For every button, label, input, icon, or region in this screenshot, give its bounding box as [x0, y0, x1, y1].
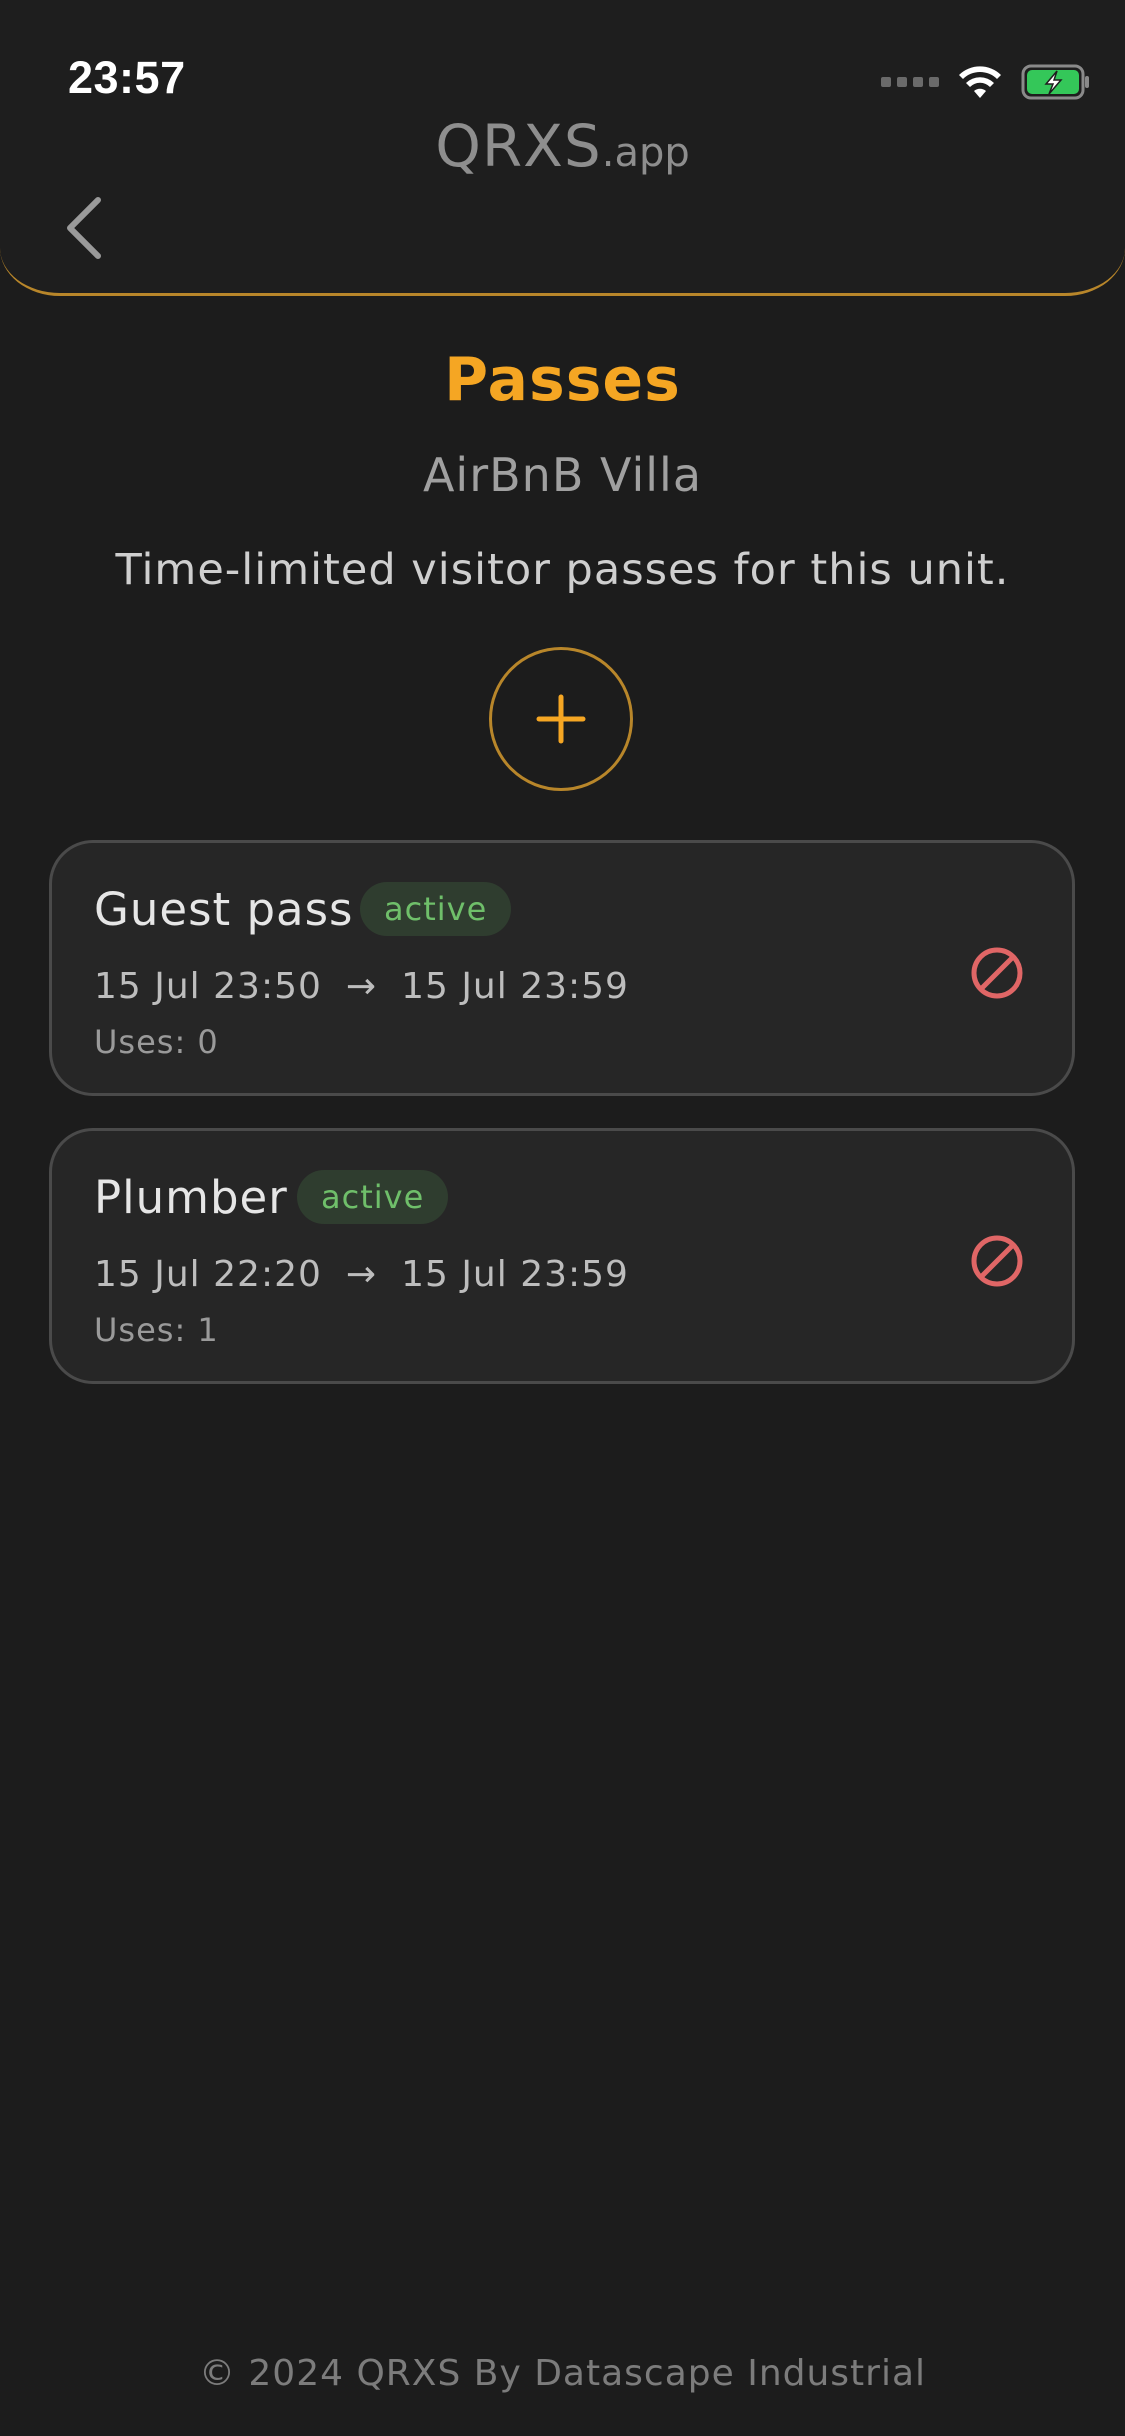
- status-badge: active: [360, 882, 512, 936]
- plus-icon: [536, 694, 586, 744]
- cellular-signal-icon: [881, 77, 939, 87]
- revoke-pass-button[interactable]: [967, 1231, 1027, 1291]
- arrow-right-icon: →: [345, 1254, 378, 1295]
- revoke-icon: [971, 1235, 1023, 1287]
- pass-validity: 15 Jul 22:20 → 15 Jul 23:59: [94, 1254, 629, 1295]
- arrow-right-icon: →: [345, 966, 378, 1007]
- app-logo: QRXS.app: [0, 112, 1125, 180]
- add-pass-button[interactable]: [489, 647, 633, 791]
- pass-card[interactable]: Plumber active 15 Jul 22:20 → 15 Jul 23:…: [49, 1128, 1075, 1384]
- pass-end: 15 Jul 23:59: [401, 966, 629, 1007]
- pass-start: 15 Jul 22:20: [94, 1254, 322, 1295]
- pass-card[interactable]: Guest pass active 15 Jul 23:50 → 15 Jul …: [49, 840, 1075, 1096]
- footer-copyright: © 2024 QRXS By Datascape Industrial: [198, 2353, 927, 2394]
- brand-suffix: .app: [601, 130, 690, 176]
- page-title: Passes: [444, 345, 681, 415]
- pass-uses: Uses: 1: [94, 1311, 219, 1349]
- back-button[interactable]: [56, 190, 112, 266]
- wifi-icon: [959, 66, 1001, 98]
- chevron-left-icon: [67, 197, 101, 259]
- status-time: 23:57: [68, 52, 186, 103]
- pass-validity: 15 Jul 23:50 → 15 Jul 23:59: [94, 966, 629, 1007]
- page-description: Time-limited visitor passes for this uni…: [115, 545, 1010, 595]
- passes-screen: 23:57 QRXS.app Passes AirBnB Villa Time-…: [0, 0, 1125, 2436]
- status-badge: active: [297, 1170, 449, 1224]
- app-header: 23:57 QRXS.app: [0, 0, 1125, 296]
- pass-end: 15 Jul 23:59: [401, 1254, 629, 1295]
- pass-uses: Uses: 0: [94, 1023, 219, 1061]
- pass-name: Plumber: [94, 1171, 288, 1224]
- unit-name: AirBnB Villa: [422, 448, 703, 502]
- pass-start: 15 Jul 23:50: [94, 966, 322, 1007]
- revoke-pass-button[interactable]: [967, 943, 1027, 1003]
- revoke-icon: [971, 947, 1023, 999]
- brand-main: QRXS: [435, 112, 602, 180]
- status-icons: [881, 60, 1091, 104]
- pass-name: Guest pass: [94, 883, 354, 936]
- battery-charging-icon: [1021, 64, 1089, 100]
